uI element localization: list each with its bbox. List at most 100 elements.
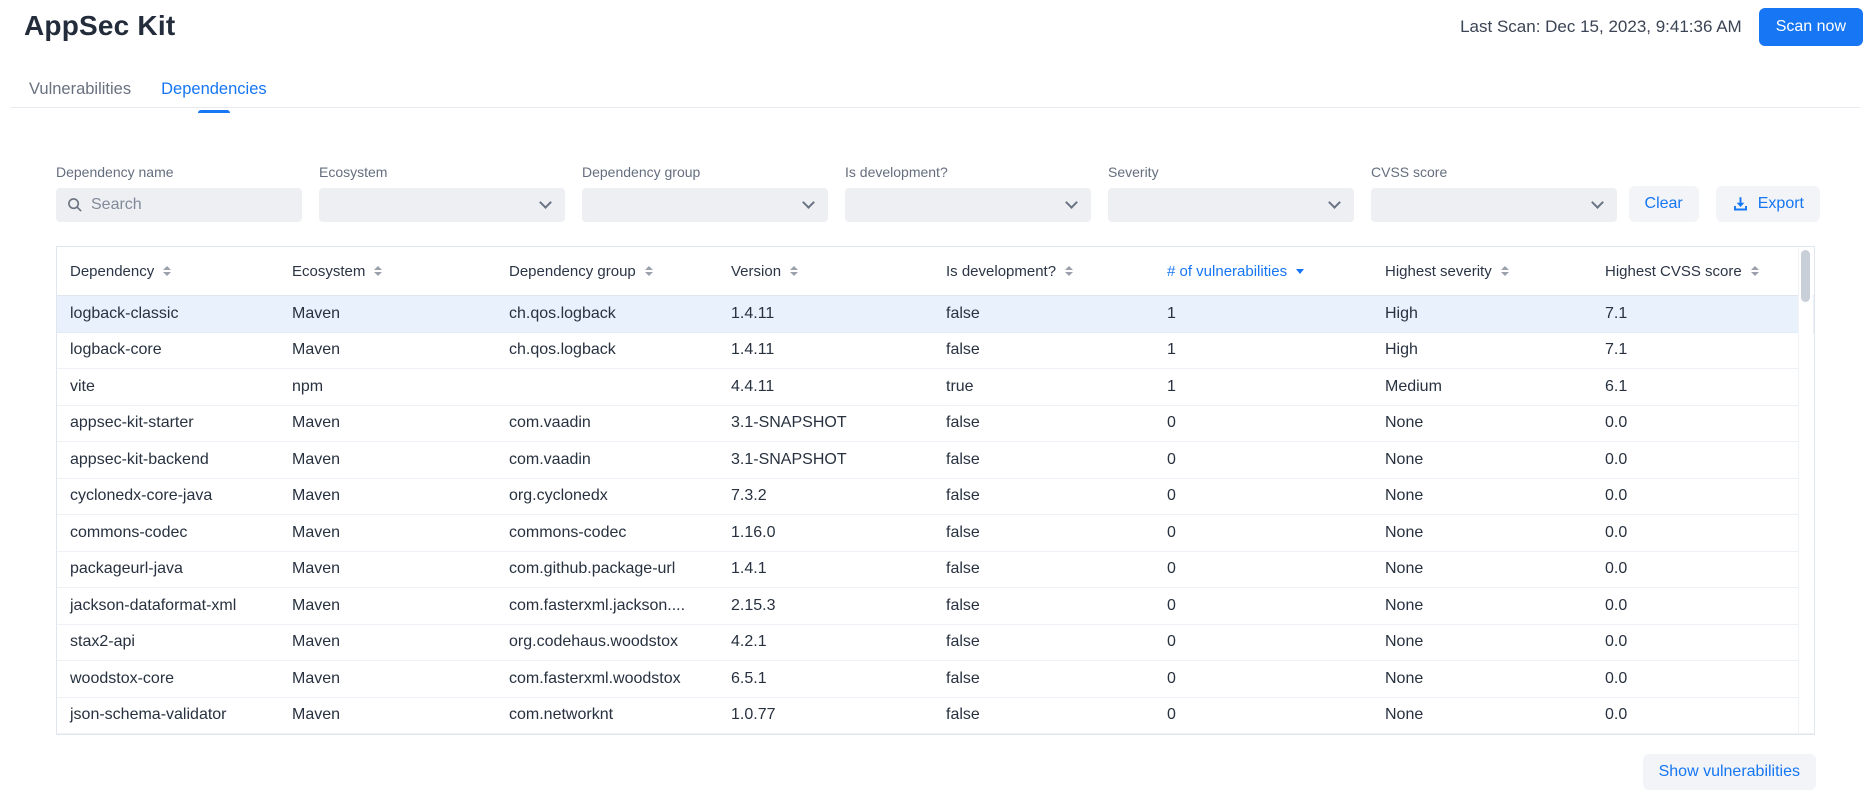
filter-field-severity: Severity <box>1108 164 1354 222</box>
cell-is-development: false <box>933 597 1154 615</box>
cell-ecosystem: Maven <box>279 414 496 432</box>
export-button[interactable]: Export <box>1716 186 1820 222</box>
filter-select-is-development[interactable] <box>845 188 1091 222</box>
cell-version: 1.16.0 <box>718 524 933 542</box>
column-header-of-vulnerabilities[interactable]: # of vulnerabilities <box>1154 263 1372 280</box>
table-row[interactable]: stax2-apiMavenorg.codehaus.woodstox4.2.1… <box>57 625 1814 662</box>
cell-vulnerabilities: 0 <box>1154 597 1372 615</box>
table-row[interactable]: vitenpm4.4.11true1Medium6.1 <box>57 369 1814 406</box>
sort-icon <box>374 266 382 276</box>
filter-field-ecosystem: Ecosystem <box>319 164 565 222</box>
cell-dependency: appsec-kit-backend <box>57 451 279 469</box>
filter-label: Is development? <box>845 164 1091 180</box>
filter-label: Dependency name <box>56 164 302 180</box>
cell-vulnerabilities: 0 <box>1154 414 1372 432</box>
cell-vulnerabilities: 0 <box>1154 670 1372 688</box>
tab-vulnerabilities[interactable]: Vulnerabilities <box>27 80 133 99</box>
sort-desc-icon <box>1296 269 1304 274</box>
table-row[interactable]: appsec-kit-starterMavencom.vaadin3.1-SNA… <box>57 406 1814 443</box>
cell-highest-severity: None <box>1372 633 1592 651</box>
cell-vulnerabilities: 0 <box>1154 633 1372 651</box>
cell-dependency: json-schema-validator <box>57 706 279 724</box>
cell-vulnerabilities: 0 <box>1154 451 1372 469</box>
sort-icon <box>790 266 798 276</box>
cell-highest-severity: None <box>1372 597 1592 615</box>
search-input[interactable]: Search <box>56 188 302 222</box>
cell-dependency: stax2-api <box>57 633 279 651</box>
table-row[interactable]: logback-classicMavench.qos.logback1.4.11… <box>57 296 1814 333</box>
cell-is-development: false <box>933 524 1154 542</box>
cell-ecosystem: Maven <box>279 597 496 615</box>
cell-highest-cvss-score: 0.0 <box>1592 414 1814 432</box>
table-row[interactable]: logback-coreMavench.qos.logback1.4.11fal… <box>57 333 1814 370</box>
cell-group: ch.qos.logback <box>496 305 718 323</box>
column-header-dependency-group[interactable]: Dependency group <box>496 263 718 280</box>
cell-highest-cvss-score: 0.0 <box>1592 597 1814 615</box>
table-scrollbar-thumb[interactable] <box>1801 250 1810 302</box>
column-header-ecosystem[interactable]: Ecosystem <box>279 263 496 280</box>
chevron-down-icon <box>1328 196 1341 209</box>
column-header-version[interactable]: Version <box>718 263 933 280</box>
cell-group: com.networknt <box>496 706 718 724</box>
cell-dependency: logback-classic <box>57 305 279 323</box>
chevron-down-icon <box>1065 196 1078 209</box>
search-icon <box>67 197 83 213</box>
cell-version: 4.2.1 <box>718 633 933 651</box>
table-row[interactable]: json-schema-validatorMavencom.networknt1… <box>57 698 1814 735</box>
cell-is-development: false <box>933 706 1154 724</box>
column-label: # of vulnerabilities <box>1167 263 1287 280</box>
cell-vulnerabilities: 1 <box>1154 305 1372 323</box>
search-placeholder: Search <box>91 196 142 214</box>
table-row[interactable]: packageurl-javaMavencom.github.package-u… <box>57 552 1814 589</box>
sort-icon <box>1065 266 1073 276</box>
show-vulnerabilities-button[interactable]: Show vulnerabilities <box>1643 754 1816 790</box>
column-header-highest-cvss-score[interactable]: Highest CVSS score <box>1592 263 1814 280</box>
download-icon <box>1732 196 1749 213</box>
cell-is-development: false <box>933 487 1154 505</box>
tab-dependencies[interactable]: Dependencies <box>159 80 269 99</box>
cell-highest-cvss-score: 0.0 <box>1592 487 1814 505</box>
filter-select-dependency-group[interactable] <box>582 188 828 222</box>
cell-highest-cvss-score: 7.1 <box>1592 341 1814 359</box>
cell-version: 1.4.1 <box>718 560 933 578</box>
cell-dependency: cyclonedx-core-java <box>57 487 279 505</box>
cell-ecosystem: Maven <box>279 633 496 651</box>
cell-is-development: true <box>933 378 1154 396</box>
cell-highest-cvss-score: 0.0 <box>1592 524 1814 542</box>
table-scrollbar-track[interactable] <box>1798 248 1813 733</box>
filter-select-cvss-score[interactable] <box>1371 188 1617 222</box>
cell-version: 1.4.11 <box>718 341 933 359</box>
cell-is-development: false <box>933 451 1154 469</box>
cell-group: com.fasterxml.woodstox <box>496 670 718 688</box>
grid-body: logback-classicMavench.qos.logback1.4.11… <box>57 296 1814 734</box>
cell-highest-severity: High <box>1372 305 1592 323</box>
clear-filters-button[interactable]: Clear <box>1629 186 1699 222</box>
filter-select-severity[interactable] <box>1108 188 1354 222</box>
cell-group: com.fasterxml.jackson.... <box>496 597 718 615</box>
table-row[interactable]: cyclonedx-core-javaMavenorg.cyclonedx7.3… <box>57 479 1814 516</box>
cell-highest-cvss-score: 0.0 <box>1592 451 1814 469</box>
table-row[interactable]: jackson-dataformat-xmlMavencom.fasterxml… <box>57 588 1814 625</box>
column-header-dependency[interactable]: Dependency <box>57 263 279 280</box>
scan-now-button[interactable]: Scan now <box>1759 8 1863 46</box>
tab-bar: Vulnerabilities Dependencies <box>27 74 269 104</box>
table-row[interactable]: commons-codecMavencommons-codec1.16.0fal… <box>57 515 1814 552</box>
filter-bar: Dependency nameSearchEcosystemDependency… <box>56 164 1617 222</box>
column-header-is-development[interactable]: Is development? <box>933 263 1154 280</box>
filter-label: CVSS score <box>1371 164 1617 180</box>
sort-icon <box>645 266 653 276</box>
column-header-highest-severity[interactable]: Highest severity <box>1372 263 1592 280</box>
cell-group: com.vaadin <box>496 451 718 469</box>
cell-dependency: woodstox-core <box>57 670 279 688</box>
cell-ecosystem: Maven <box>279 706 496 724</box>
cell-vulnerabilities: 0 <box>1154 560 1372 578</box>
column-label: Is development? <box>946 263 1056 280</box>
sort-icon <box>1501 266 1509 276</box>
filter-select-ecosystem[interactable] <box>319 188 565 222</box>
cell-highest-cvss-score: 0.0 <box>1592 670 1814 688</box>
table-row[interactable]: woodstox-coreMavencom.fasterxml.woodstox… <box>57 661 1814 698</box>
cell-highest-severity: None <box>1372 414 1592 432</box>
cell-group: ch.qos.logback <box>496 341 718 359</box>
chevron-down-icon <box>539 196 552 209</box>
table-row[interactable]: appsec-kit-backendMavencom.vaadin3.1-SNA… <box>57 442 1814 479</box>
